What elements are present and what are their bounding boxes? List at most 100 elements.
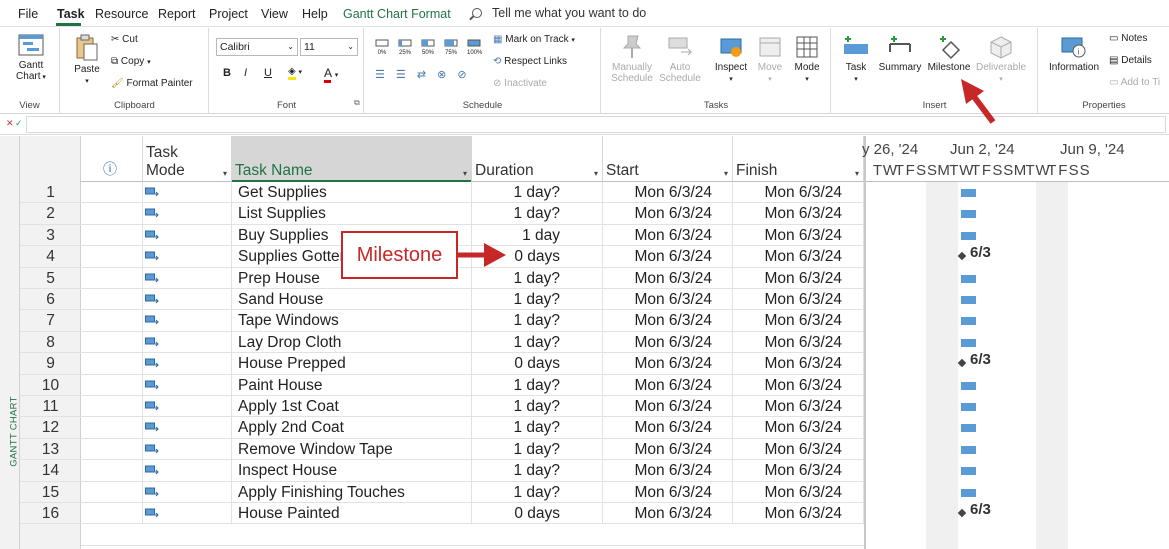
duration-cell[interactable]: 1 day? <box>472 396 603 418</box>
task-row[interactable]: House Painted 0 days Mon 6/3/24 Mon 6/3/24 <box>81 503 864 525</box>
empty-row[interactable] <box>81 524 864 546</box>
task-name-cell[interactable]: Remove Window Tape <box>232 438 472 461</box>
menu-gantt-chart-format[interactable]: Gantt Chart Format <box>343 7 451 21</box>
col-header-task-mode[interactable]: Task Mode ▾ <box>143 136 232 182</box>
duration-cell[interactable]: 1 day? <box>472 310 603 332</box>
task-mode-cell[interactable] <box>143 481 232 503</box>
task-mode-cell[interactable] <box>143 374 232 396</box>
add-to-timeline-button[interactable]: ▭ Add to Ti <box>1109 77 1160 88</box>
task-bar[interactable] <box>961 231 976 240</box>
row-number[interactable]: 15 <box>20 482 81 503</box>
cut-button[interactable]: ✂ Cut <box>111 34 138 45</box>
italic-button[interactable]: I <box>244 67 247 79</box>
task-row[interactable]: Supplies Gotten 0 days Mon 6/3/24 Mon 6/3/2… <box>81 246 864 268</box>
font-size-select[interactable]: 11 ⌄ <box>300 38 358 56</box>
finish-cell[interactable]: Mon 6/3/24 <box>733 396 864 418</box>
task-mode-cell[interactable] <box>143 224 232 247</box>
duration-cell[interactable]: 1 day? <box>472 267 603 289</box>
task-bar[interactable] <box>961 210 976 219</box>
finish-cell[interactable]: Mon 6/3/24 <box>733 331 864 354</box>
task-mode-cell[interactable] <box>143 396 232 418</box>
filter-dropdown-icon[interactable]: ▾ <box>463 169 467 178</box>
summary-button[interactable]: Summary <box>876 34 924 73</box>
start-cell[interactable]: Mon 6/3/24 <box>603 353 733 375</box>
start-cell[interactable]: Mon 6/3/24 <box>603 503 733 525</box>
row-number[interactable]: 2 <box>20 203 81 225</box>
format-painter-button[interactable]: 🖌 Format Painter <box>111 78 193 89</box>
task-mode-cell[interactable] <box>143 353 232 375</box>
finish-cell[interactable]: Mon 6/3/24 <box>733 481 864 503</box>
bold-button[interactable]: B <box>223 67 231 79</box>
finish-cell[interactable]: Mon 6/3/24 <box>733 503 864 525</box>
duration-cell[interactable]: 0 days <box>472 503 603 525</box>
menu-task[interactable]: Task <box>57 7 85 21</box>
col-header-duration[interactable]: Duration ▾ <box>472 136 603 182</box>
task-bar[interactable] <box>961 274 976 283</box>
duration-cell[interactable]: 1 day? <box>472 182 603 204</box>
row-number[interactable]: 13 <box>20 439 81 461</box>
milestone-button[interactable]: Milestone <box>926 34 972 73</box>
task-name-cell[interactable]: Apply Finishing Touches <box>232 481 472 503</box>
task-row[interactable]: House Prepped 0 days Mon 6/3/24 Mon 6/3/24 <box>81 353 864 375</box>
pct-0-button[interactable]: 0% <box>375 38 389 56</box>
task-row[interactable]: List Supplies 1 day? Mon 6/3/24 Mon 6/3/24 <box>81 203 864 225</box>
task-name-cell[interactable]: Paint House <box>232 374 472 396</box>
row-number[interactable]: 6 <box>20 289 81 311</box>
task-bar[interactable] <box>961 467 976 476</box>
finish-cell[interactable]: Mon 6/3/24 <box>733 374 864 396</box>
start-cell[interactable]: Mon 6/3/24 <box>603 331 733 354</box>
finish-cell[interactable]: Mon 6/3/24 <box>733 182 864 204</box>
duration-cell[interactable]: 0 days <box>472 246 603 268</box>
task-row[interactable]: Remove Window Tape 1 day? Mon 6/3/24 Mon 6/… <box>81 438 864 461</box>
task-mode-cell[interactable] <box>143 503 232 525</box>
deliverable-button[interactable]: Deliverable ▾ <box>972 34 1030 84</box>
task-name-cell[interactable]: Lay Drop Cloth <box>232 331 472 354</box>
menu-report[interactable]: Report <box>158 7 196 21</box>
row-number[interactable]: 5 <box>20 268 81 289</box>
row-number[interactable]: 16 <box>20 503 81 525</box>
task-mode-cell[interactable] <box>143 267 232 289</box>
milestone-marker[interactable] <box>957 508 967 518</box>
pct-100-button[interactable]: 100% <box>467 38 482 56</box>
start-cell[interactable]: Mon 6/3/24 <box>603 374 733 396</box>
task-name-cell[interactable]: Inspect House <box>232 460 472 482</box>
task-mode-cell[interactable] <box>143 203 232 225</box>
task-row[interactable]: Apply 2nd Coat 1 day? Mon 6/3/24 Mon 6/3/24 <box>81 417 864 439</box>
duration-cell[interactable]: 1 day? <box>472 203 603 225</box>
duration-cell[interactable]: 1 day? <box>472 438 603 461</box>
entry-field[interactable] <box>26 116 1166 133</box>
duration-cell[interactable]: 1 day? <box>472 481 603 503</box>
menu-file[interactable]: File <box>18 7 38 21</box>
pct-75-button[interactable]: 75% <box>444 38 458 56</box>
row-number[interactable]: 14 <box>20 460 81 482</box>
task-name-cell[interactable]: Sand House <box>232 289 472 311</box>
copy-button[interactable]: ⧉ Copy ▾ <box>111 56 151 67</box>
start-cell[interactable]: Mon 6/3/24 <box>603 460 733 482</box>
task-bar[interactable] <box>961 488 976 497</box>
start-cell[interactable]: Mon 6/3/24 <box>603 203 733 225</box>
start-cell[interactable]: Mon 6/3/24 <box>603 267 733 289</box>
duration-cell[interactable]: 1 day? <box>472 374 603 396</box>
font-color-button[interactable]: A ▾ <box>324 66 338 83</box>
milestone-marker[interactable] <box>957 251 967 261</box>
task-row[interactable]: Get Supplies 1 day? Mon 6/3/24 Mon 6/3/24 <box>81 182 864 204</box>
mark-on-track-button[interactable]: ▦ Mark on Track ▾ <box>493 34 575 45</box>
task-name-cell[interactable]: List Supplies <box>232 203 472 225</box>
manually-schedule-button[interactable]: Manually Schedule <box>608 34 656 84</box>
start-cell[interactable]: Mon 6/3/24 <box>603 481 733 503</box>
row-number[interactable]: 7 <box>20 310 81 332</box>
task-mode-cell[interactable] <box>143 182 232 204</box>
inactivate-button[interactable]: ⊘ Inactivate <box>493 78 547 89</box>
task-row[interactable]: Buy Supplies 1 day Mon 6/3/24 Mon 6/3/24 <box>81 224 864 247</box>
task-bar[interactable] <box>961 424 976 433</box>
task-name-cell[interactable]: Apply 1st Coat <box>232 396 472 418</box>
filter-dropdown-icon[interactable]: ▾ <box>724 169 728 178</box>
start-cell[interactable]: Mon 6/3/24 <box>603 224 733 247</box>
milestone-marker[interactable] <box>957 358 967 368</box>
task-bar[interactable] <box>961 189 976 197</box>
task-row[interactable]: Apply Finishing Touches 1 day? Mon 6/3/24 M… <box>81 481 864 503</box>
notes-button[interactable]: ▭ Notes <box>1109 33 1147 44</box>
row-number[interactable]: 1 <box>20 182 81 204</box>
menu-help[interactable]: Help <box>302 7 328 21</box>
paste-button[interactable]: Paste ▾ <box>69 34 105 86</box>
